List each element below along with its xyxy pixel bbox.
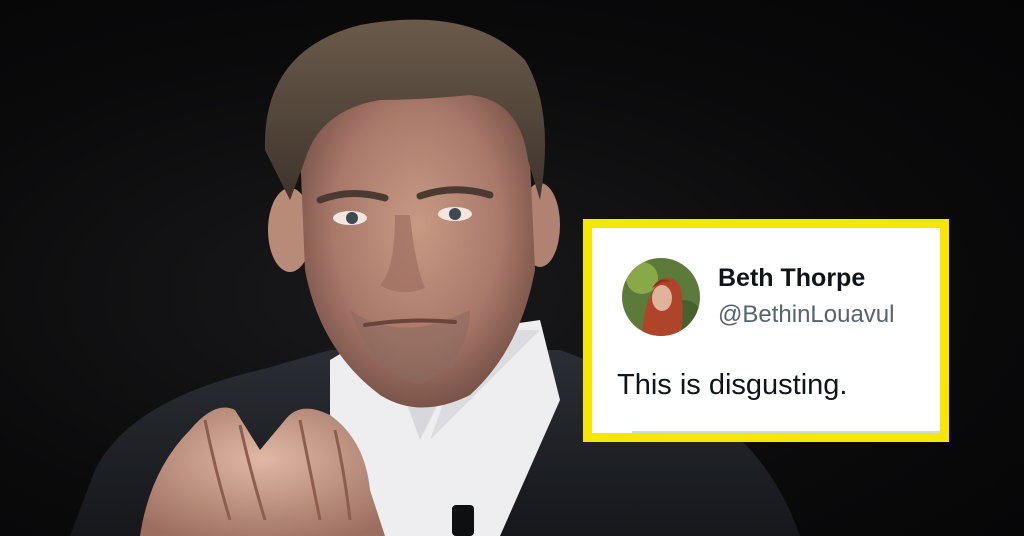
meme-image: Beth Thorpe @BethinLouavul This is disgu… [0,0,1024,536]
user-handle[interactable]: @BethinLouavul [718,299,894,331]
tweet-header: Beth Thorpe @BethinLouavul [622,258,894,336]
tweet-card: Beth Thorpe @BethinLouavul This is disgu… [583,219,949,442]
display-name[interactable]: Beth Thorpe [718,263,894,293]
divider [632,431,940,433]
avatar-photo-icon [622,258,700,336]
tweet-author: Beth Thorpe @BethinLouavul [718,263,894,331]
avatar[interactable] [622,258,700,336]
tweet-text: This is disgusting. [617,369,848,401]
